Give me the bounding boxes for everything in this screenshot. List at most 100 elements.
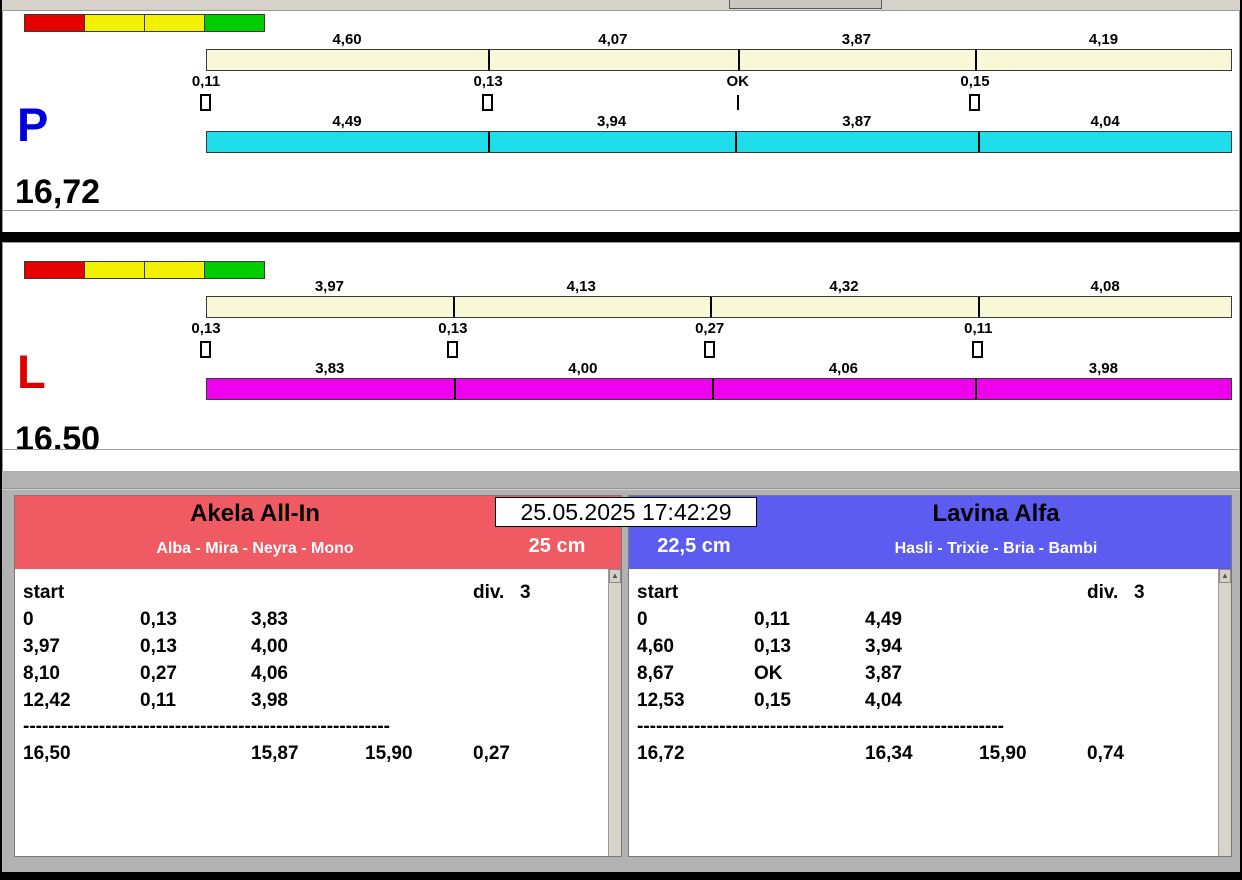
scroll-up-button[interactable]: ▲ bbox=[609, 569, 621, 583]
total-cell: 16,72 bbox=[637, 743, 685, 764]
split-time-label-bottom: 3,98 bbox=[1088, 360, 1118, 377]
time-cell: 0,13 bbox=[754, 636, 791, 657]
total-cell: 15,90 bbox=[365, 743, 413, 764]
time-cell: 4,00 bbox=[251, 636, 288, 657]
time-cell: OK bbox=[754, 663, 783, 684]
time-cell: 4,60 bbox=[637, 636, 674, 657]
team-results-area: start div. 3 0 0,11 4,49 4,60 0,13 3,94 8,67 OK 3,8… bbox=[629, 569, 1231, 856]
split-time-label-top: 4,32 bbox=[829, 278, 859, 295]
split-time-label-bottom: 3,87 bbox=[842, 113, 872, 130]
total-cell: 0,27 bbox=[473, 743, 510, 764]
jump-height: 25 cm bbox=[528, 535, 586, 557]
app-window: 4,60 4,07 3,87 4,19 4,49 3,94 3,87 4,04 0,11 0,13… bbox=[0, 0, 1242, 880]
bar-segment-divider bbox=[978, 132, 981, 152]
bar-segment-divider bbox=[735, 132, 738, 152]
pass-time-label: 0,13 bbox=[473, 73, 503, 90]
split-time-label-top: 4,08 bbox=[1090, 278, 1120, 295]
start-lights bbox=[24, 14, 265, 32]
time-cell: 0 bbox=[637, 609, 648, 630]
time-cell: 3,97 bbox=[23, 636, 60, 657]
total-cell: 16,50 bbox=[23, 743, 71, 764]
total-cell: 15,90 bbox=[979, 743, 1027, 764]
pass-time-label: 0,15 bbox=[960, 73, 990, 90]
div-label: div. bbox=[1087, 582, 1119, 603]
toolbar-remnant bbox=[2, 0, 1240, 10]
time-cell: 0 bbox=[23, 609, 34, 630]
scroll-up-button[interactable]: ▲ bbox=[1219, 569, 1231, 583]
div-value: 3 bbox=[520, 582, 531, 603]
split-time-label-top: 4,13 bbox=[566, 278, 596, 295]
pass-time-label: OK bbox=[726, 73, 749, 90]
start-light bbox=[145, 15, 205, 31]
start-light bbox=[25, 262, 85, 278]
time-cell: 0,11 bbox=[754, 609, 790, 630]
lane-panel-l: 3,97 4,13 4,32 4,08 3,83 4,00 4,06 3,98 0,13 0,13… bbox=[2, 242, 1240, 471]
bar-segment-divider bbox=[978, 297, 981, 317]
start-label: start bbox=[23, 582, 65, 603]
bar-segment-divider bbox=[487, 132, 490, 152]
jump-height: 22,5 cm bbox=[657, 535, 731, 557]
lane-letter: P bbox=[17, 98, 49, 151]
dash-separator: ----------------------------------------… bbox=[637, 716, 1004, 737]
team-panel-right: Lavina Alfa Hasli - Trixie - Bria - Bambi… bbox=[628, 495, 1232, 857]
pass-ok-marker bbox=[736, 95, 739, 110]
pass-time-label: 0,11 bbox=[964, 320, 993, 337]
lane-footer-strip bbox=[3, 210, 1239, 232]
split-time-label-top: 3,97 bbox=[314, 278, 345, 295]
groove-line bbox=[2, 488, 1240, 490]
dash-separator: ----------------------------------------… bbox=[23, 716, 390, 737]
start-lights bbox=[24, 261, 265, 279]
pass-time-label: 0,13 bbox=[191, 320, 221, 337]
pass-time-label: 0,27 bbox=[695, 320, 725, 337]
time-cell: 4,04 bbox=[865, 690, 902, 711]
team-name: Akela All-In bbox=[190, 500, 320, 527]
time-cell: 12,53 bbox=[637, 690, 685, 711]
bar-segment-divider bbox=[452, 297, 455, 317]
lane-panel-p: 4,60 4,07 3,87 4,19 4,49 3,94 3,87 4,04 0,11 0,13… bbox=[2, 10, 1240, 232]
scrollbar[interactable]: ▲ bbox=[1218, 569, 1231, 856]
pass-time-label: 0,11 bbox=[191, 73, 221, 90]
div-value: 3 bbox=[1134, 582, 1145, 603]
start-light bbox=[25, 15, 85, 31]
time-cell: 0,11 bbox=[140, 690, 176, 711]
total-cell: 16,34 bbox=[865, 743, 913, 764]
bar-segment-divider bbox=[709, 297, 712, 317]
time-cell: 8,10 bbox=[23, 663, 60, 684]
team-dogs: Alba - Mira - Neyra - Mono bbox=[156, 540, 354, 557]
bar-segment-divider bbox=[488, 50, 491, 70]
pass-checkbox bbox=[703, 341, 715, 358]
time-cell: 0,15 bbox=[754, 690, 791, 711]
bar-segment-divider bbox=[737, 50, 740, 70]
lane-total-time: 16,72 bbox=[15, 173, 101, 211]
split-time-label-bottom: 4,04 bbox=[1090, 113, 1120, 130]
split-time-label-bottom: 3,83 bbox=[315, 360, 345, 377]
start-light bbox=[145, 262, 205, 278]
time-cell: 3,87 bbox=[865, 663, 902, 684]
time-cell: 0,27 bbox=[140, 663, 177, 684]
split-time-label-bottom: 4,06 bbox=[828, 360, 859, 377]
start-light bbox=[85, 15, 145, 31]
bar-segment-divider bbox=[974, 379, 977, 399]
pass-time-label: 0,13 bbox=[438, 320, 468, 337]
team-results-area: start div. 3 0 0,13 3,83 3,97 0,13 4,00 8,10 0,27 4… bbox=[15, 569, 621, 856]
time-cell: 4,06 bbox=[251, 663, 288, 684]
pass-checkbox bbox=[446, 341, 458, 358]
split-time-label-top: 4,19 bbox=[1088, 31, 1119, 48]
split-bar-bottom bbox=[206, 378, 1232, 400]
scrollbar[interactable]: ▲ bbox=[608, 569, 621, 856]
time-cell: 3,83 bbox=[251, 609, 288, 630]
split-time-label-bottom: 4,49 bbox=[332, 113, 362, 130]
start-light bbox=[205, 262, 264, 278]
div-label: div. bbox=[473, 582, 505, 603]
start-light bbox=[85, 262, 145, 278]
lane-footer-strip bbox=[3, 449, 1239, 471]
pass-checkbox bbox=[200, 94, 211, 111]
split-time-label-top: 3,87 bbox=[841, 31, 871, 48]
start-label: start bbox=[637, 582, 679, 603]
pass-checkbox bbox=[969, 94, 981, 111]
time-cell: 3,98 bbox=[251, 690, 288, 711]
bar-segment-divider bbox=[712, 379, 715, 399]
team-panel-left: Akela All-In Alba - Mira - Neyra - Mono 25… bbox=[14, 495, 622, 857]
toolbar-field bbox=[729, 0, 882, 9]
results-section: Akela All-In Alba - Mira - Neyra - Mono 25… bbox=[2, 471, 1240, 872]
